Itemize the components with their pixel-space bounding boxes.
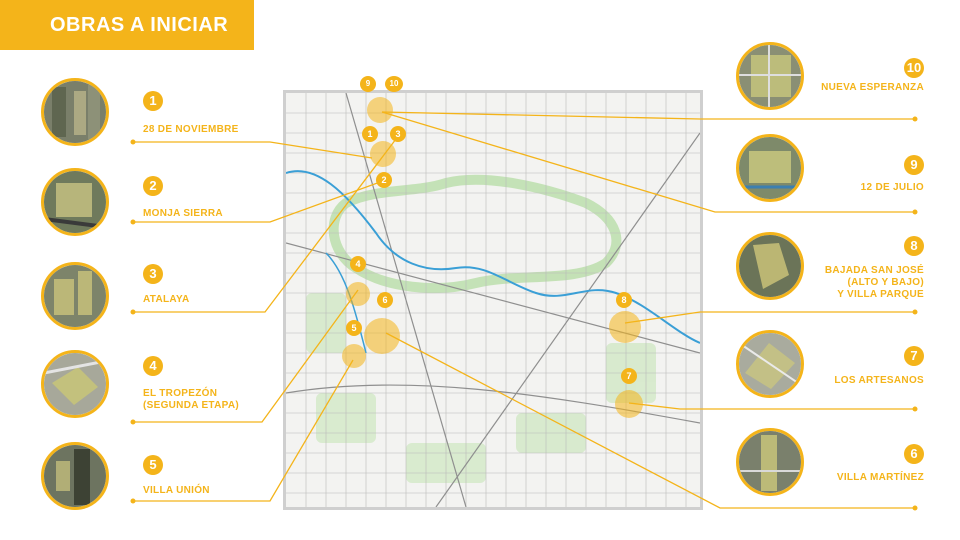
aerial-thumbnail-7 <box>736 330 804 398</box>
project-label-5: VILLA UNIÓN <box>143 485 210 496</box>
aerial-thumbnail-1 <box>41 78 109 146</box>
project-number-1: 1 <box>143 91 163 111</box>
project-label-3: ATALAYA <box>143 294 190 305</box>
project-number-4: 4 <box>143 356 163 376</box>
map-marker-9[interactable]: 9 <box>360 76 376 92</box>
map-marker-7[interactable]: 7 <box>621 368 637 384</box>
map-marker-4[interactable]: 4 <box>350 256 366 272</box>
project-number-7: 7 <box>904 346 924 366</box>
project-number-3: 3 <box>143 264 163 284</box>
aerial-thumbnail-6 <box>736 428 804 496</box>
project-number-8: 8 <box>904 236 924 256</box>
project-number-6: 6 <box>904 444 924 464</box>
map-marker-3[interactable]: 3 <box>390 126 406 142</box>
aerial-thumbnail-5 <box>41 442 109 510</box>
project-number-10: 10 <box>904 58 924 78</box>
aerial-thumbnail-10 <box>736 42 804 110</box>
project-label-10: NUEVA ESPERANZA <box>821 82 924 93</box>
map-marker-2[interactable]: 2 <box>376 172 392 188</box>
project-label-6: VILLA MARTÍNEZ <box>836 472 924 483</box>
project-label-8: BAJADA SAN JOSÉ (ALTO Y BAJO) Y VILLA PA… <box>824 265 924 300</box>
project-number-5: 5 <box>143 455 163 475</box>
aerial-thumbnail-4 <box>41 350 109 418</box>
aerial-thumbnail-2 <box>41 168 109 236</box>
map-marker-10[interactable]: 10 <box>385 76 403 92</box>
project-label-9: 12 DE JULIO <box>860 182 924 193</box>
project-label-1: 28 DE NOVIEMBRE <box>143 124 239 135</box>
project-label-7: LOS ARTESANOS <box>834 375 924 386</box>
map-marker-8[interactable]: 8 <box>616 292 632 308</box>
map-marker-1[interactable]: 1 <box>362 126 378 142</box>
map-marker-6[interactable]: 6 <box>377 292 393 308</box>
aerial-thumbnail-3 <box>41 262 109 330</box>
project-label-2: MONJA SIERRA <box>143 208 223 219</box>
project-label-4: EL TROPEZÓN (SEGUNDA ETAPA) <box>143 388 239 411</box>
project-number-9: 9 <box>904 155 924 175</box>
map-marker-5[interactable]: 5 <box>346 320 362 336</box>
project-number-2: 2 <box>143 176 163 196</box>
